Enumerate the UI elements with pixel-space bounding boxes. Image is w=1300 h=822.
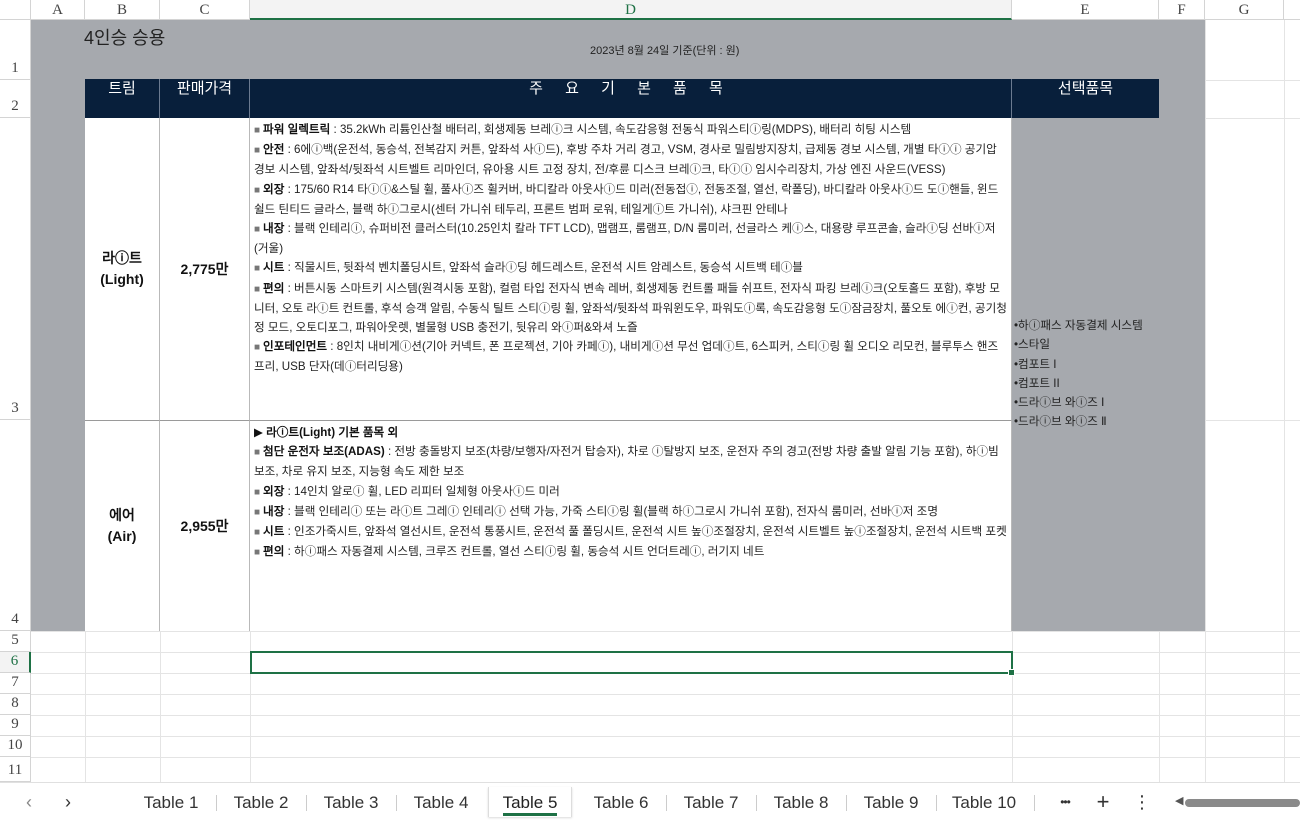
chevron-right-icon[interactable]: › xyxy=(55,789,81,815)
column-header-b[interactable]: B xyxy=(85,0,160,20)
row-header-10[interactable]: 10 xyxy=(0,736,31,757)
tab-separator xyxy=(846,795,847,811)
trim-cell-air[interactable]: 에어 (Air) xyxy=(85,421,160,631)
column-header-g[interactable]: G xyxy=(1205,0,1284,20)
row-header-7[interactable]: 7 xyxy=(0,673,31,694)
sheet-menu-icon[interactable]: ⋮ xyxy=(1129,788,1155,816)
feature-line: ■ 편의 : 버튼시동 스마트키 시스템(원격시동 포함), 컬럼 타입 전자식 … xyxy=(254,281,1007,335)
column-header-more[interactable] xyxy=(1284,0,1300,20)
gridline xyxy=(1205,20,1206,782)
chevron-left-icon[interactable]: ‹ xyxy=(16,789,42,815)
trim-name: 라ⓘ트 xyxy=(102,250,142,266)
column-header-d[interactable]: D xyxy=(250,0,1012,20)
trim-name-en: (Light) xyxy=(100,271,144,287)
tab-table-7[interactable]: Table 7 xyxy=(670,787,752,817)
column-header-c[interactable]: C xyxy=(160,0,250,20)
feature-line: ■ 내장 : 블랙 인테리ⓘ 또는 라ⓘ트 그레ⓘ 인테리ⓘ 선택 가능, 가죽 … xyxy=(254,504,939,518)
trim-cell-light[interactable]: 라ⓘ트 (Light) xyxy=(85,118,160,421)
header-price[interactable]: 판매가격 xyxy=(160,79,250,118)
tab-table-6[interactable]: Table 6 xyxy=(580,787,662,817)
row-header-4[interactable]: 4 xyxy=(0,420,31,631)
header-options[interactable]: 선택품목 xyxy=(1012,79,1159,118)
header-features[interactable]: 주 요 기 본 품 목 xyxy=(250,79,1012,118)
row-header-8[interactable]: 8 xyxy=(0,694,31,715)
price-cell-air[interactable]: 2,955만 xyxy=(160,421,250,631)
options-list[interactable]: •하ⓘ패스 자동결제 시스템 •스타일 •컴포트 I •컴포트 II •드라ⓘ브… xyxy=(1014,316,1143,432)
row-header-6[interactable]: 6 xyxy=(0,652,31,673)
option-item: •컴포트 I xyxy=(1014,357,1057,371)
feature-line: ■ 안전 : 6에ⓘ백(운전석, 동승석, 전복감지 커튼, 앞좌석 사ⓘ드), … xyxy=(254,143,997,177)
column-header-e[interactable]: E xyxy=(1012,0,1159,20)
scrollbar-thumb[interactable] xyxy=(1185,799,1300,807)
feature-line: ■ 시트 : 직물시트, 뒷좌석 벤치폴딩시트, 앞좌석 슬라ⓘ딩 헤드레스트, … xyxy=(254,261,803,275)
feature-lead: ▶ 라ⓘ트(Light) 기본 품목 외 xyxy=(254,426,399,439)
features-cell-light[interactable]: ■ 파워 일렉트릭 : 35.2kWh 리튬인산철 배터리, 회생제동 브레ⓘ크 … xyxy=(250,118,1012,421)
trim-name: 에어 xyxy=(109,507,135,523)
price-value: 2,955만 xyxy=(180,518,229,534)
row-header-2[interactable]: 2 xyxy=(0,80,31,118)
header-trim[interactable]: 트림 xyxy=(85,79,160,118)
more-sheets-icon[interactable]: ••• xyxy=(1052,788,1078,816)
row-header-11[interactable]: 11 xyxy=(0,757,31,782)
tab-separator xyxy=(216,795,217,811)
gridline xyxy=(31,757,1300,758)
tab-table-8[interactable]: Table 8 xyxy=(760,787,842,817)
tab-table-5[interactable]: Table 5 xyxy=(488,787,572,817)
row-header-9[interactable]: 9 xyxy=(0,715,31,736)
tab-separator xyxy=(396,795,397,811)
option-item: •하ⓘ패스 자동결제 시스템 xyxy=(1014,319,1143,332)
feature-line: ■ 파워 일렉트릭 : 35.2kWh 리튬인산철 배터리, 회생제동 브레ⓘ크 … xyxy=(254,123,912,136)
gridline xyxy=(31,694,1300,695)
gridline xyxy=(31,736,1300,737)
row-header-5[interactable]: 5 xyxy=(0,631,31,652)
scroll-left-icon[interactable]: ◀ xyxy=(1175,794,1183,807)
gridline xyxy=(1284,20,1285,782)
tab-table-4[interactable]: Table 4 xyxy=(400,787,482,817)
tab-table-9[interactable]: Table 9 xyxy=(850,787,932,817)
add-sheet-icon[interactable]: + xyxy=(1090,788,1116,816)
feature-line: ■ 첨단 운전자 보조(ADAS) : 전방 충돌방지 보조(차량/보행자/자전거… xyxy=(254,445,999,479)
tab-table-2[interactable]: Table 2 xyxy=(220,787,302,817)
sheet-tab-bar: ‹ › Table 1 Table 2 Table 3 Table 4 Tabl… xyxy=(0,782,1300,822)
option-item: •드라ⓘ브 와ⓘ즈 Ⅱ xyxy=(1014,415,1107,429)
feature-line: ■ 인포테인먼트 : 8인치 내비게ⓘ션(기아 커넥트, 폰 프로젝션, 기아 카… xyxy=(254,340,999,374)
price-cell-light[interactable]: 2,775만 xyxy=(160,118,250,421)
option-item: •컴포트 II xyxy=(1014,376,1060,390)
tab-separator xyxy=(756,795,757,811)
feature-line: ■ 편의 : 하ⓘ패스 자동결제 시스템, 크루즈 컨트롤, 열선 스티ⓘ링 휠,… xyxy=(254,545,765,559)
column-header-a[interactable]: A xyxy=(31,0,85,20)
feature-line: ■ 시트 : 인조가죽시트, 앞좌석 열선시트, 운전석 통풍시트, 운전석 풀 … xyxy=(254,525,1007,539)
gridline xyxy=(31,631,1300,632)
feature-line: ■ 외장 : 14인치 알로ⓘ 휠, LED 리피터 일체형 아웃사ⓘ드 미러 xyxy=(254,484,560,498)
tab-separator xyxy=(306,795,307,811)
tab-separator xyxy=(1034,795,1035,811)
tab-table-1[interactable]: Table 1 xyxy=(130,787,212,817)
tab-separator xyxy=(936,795,937,811)
row-header-3[interactable]: 3 xyxy=(0,118,31,420)
feature-line: ■ 외장 : 175/60 R14 타ⓘⓘ&스틸 휠, 풀사ⓘ즈 휠커버, 바디칼… xyxy=(254,182,999,216)
selected-cell[interactable] xyxy=(250,651,1015,676)
option-item: •스타일 xyxy=(1014,338,1051,352)
sheet-title: 4인승 승용 xyxy=(84,28,166,48)
price-value: 2,775만 xyxy=(180,261,229,277)
feature-line: ■ 내장 : 블랙 인테리ⓘ, 슈퍼비전 클러스터(10.25인치 칼라 TFT … xyxy=(254,222,996,256)
tab-table-3[interactable]: Table 3 xyxy=(310,787,392,817)
row-header-1[interactable]: 1 xyxy=(0,20,31,80)
date-note: 2023년 8월 24일 기준(단위 : 원) xyxy=(590,45,740,57)
horizontal-scrollbar[interactable]: ◀ xyxy=(1175,794,1300,810)
trim-name-en: (Air) xyxy=(107,528,137,544)
column-header-f[interactable]: F xyxy=(1159,0,1205,20)
spreadsheet-grid[interactable]: 4인승 승용 2023년 8월 24일 기준(단위 : 원) 트림 판매가격 주… xyxy=(0,0,1300,782)
fill-handle[interactable] xyxy=(1008,669,1015,676)
tab-table-10[interactable]: Table 10 xyxy=(940,787,1028,817)
select-all-corner[interactable] xyxy=(0,0,31,20)
features-cell-air[interactable]: ▶ 라ⓘ트(Light) 기본 품목 외 ■ 첨단 운전자 보조(ADAS) : … xyxy=(250,421,1012,631)
tab-separator xyxy=(666,795,667,811)
gridline xyxy=(31,715,1300,716)
option-item: •드라ⓘ브 와ⓘ즈 Ⅰ xyxy=(1014,396,1105,410)
